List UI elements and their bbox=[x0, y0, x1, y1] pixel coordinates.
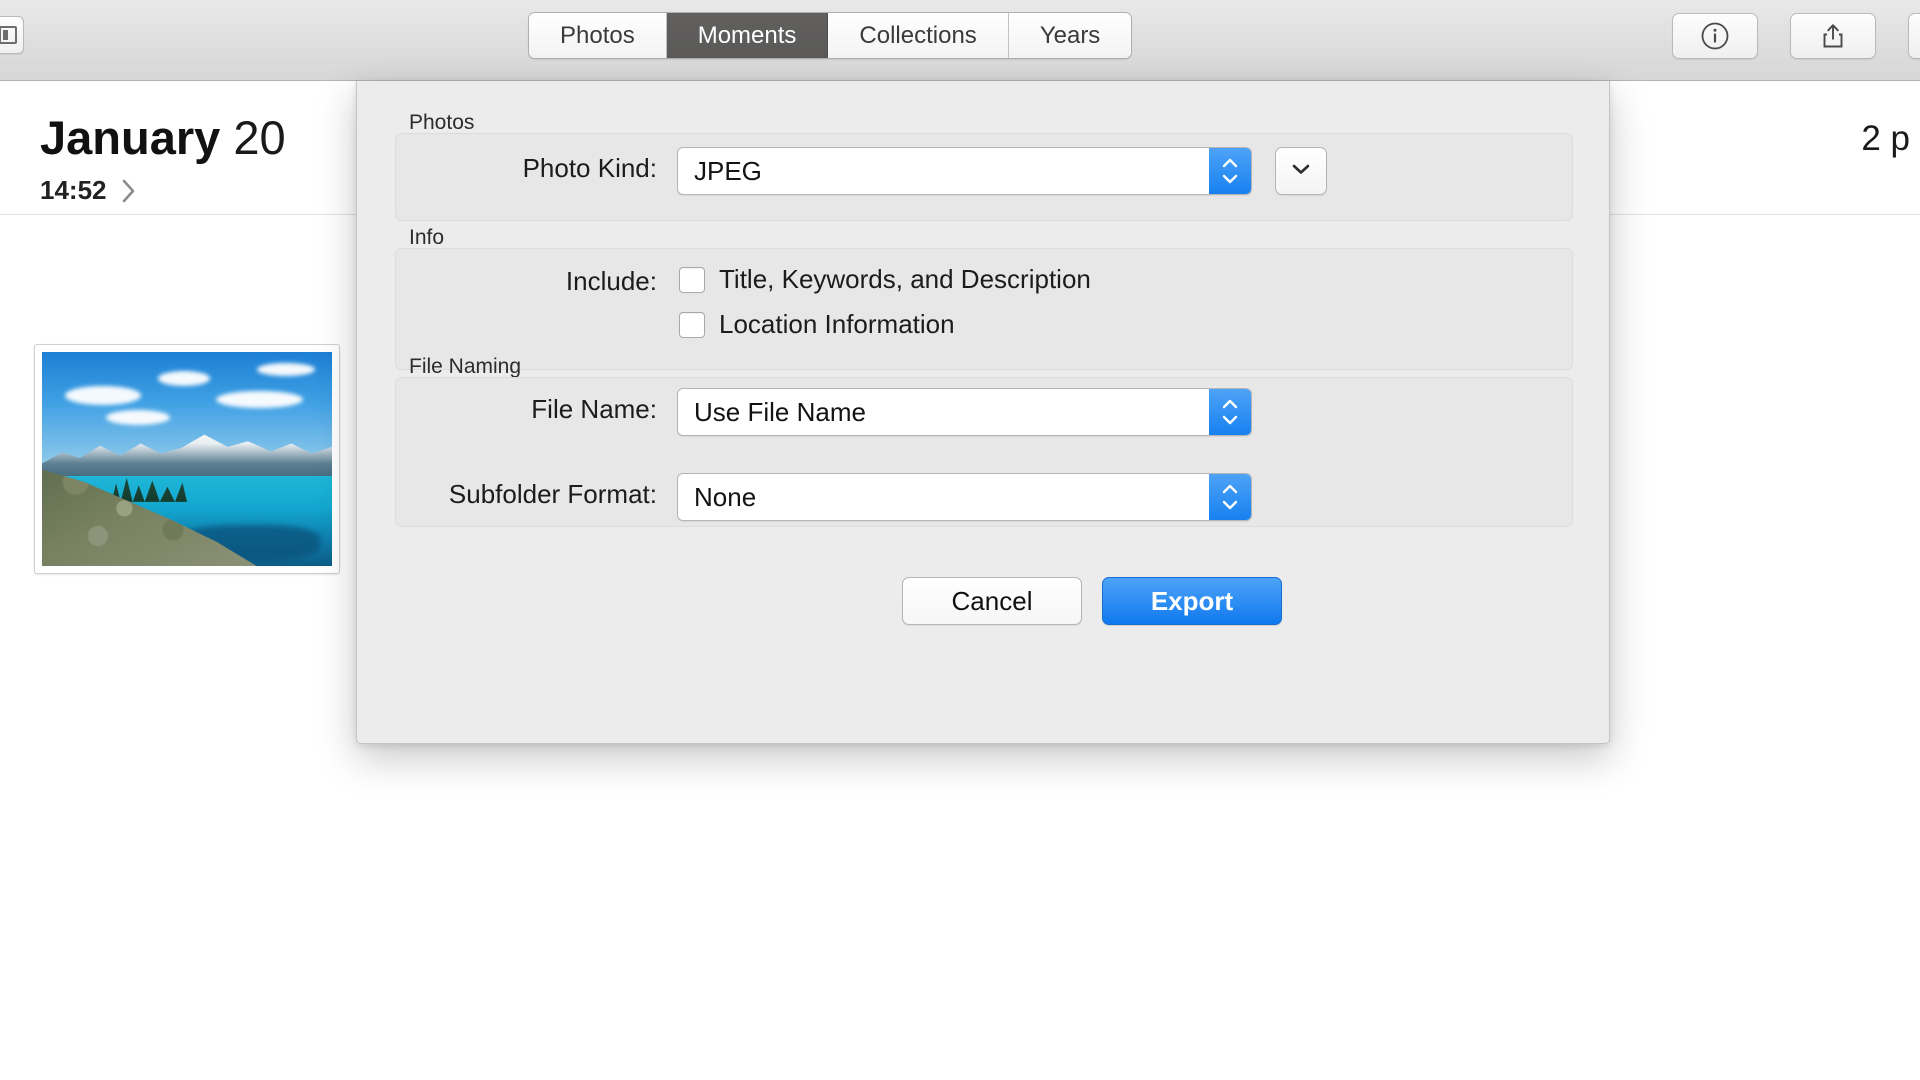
photo-kind-label: Photo Kind: bbox=[522, 153, 657, 183]
extra-toolbar-button[interactable] bbox=[1908, 13, 1920, 59]
moment-time-row[interactable]: 14:52 bbox=[40, 175, 137, 206]
chevron-down-icon bbox=[1290, 162, 1312, 181]
mountain-lake-photo bbox=[42, 352, 332, 566]
sidebar-icon bbox=[0, 26, 17, 44]
photo-kind-select[interactable]: JPEG bbox=[677, 147, 1252, 195]
file-name-label: File Name: bbox=[531, 394, 657, 424]
subfolder-format-label: Subfolder Format: bbox=[448, 479, 657, 509]
share-icon bbox=[1818, 21, 1848, 51]
moment-time-label: 14:52 bbox=[40, 175, 107, 205]
file-name-value: Use File Name bbox=[694, 396, 866, 427]
subfolder-format-select[interactable]: None bbox=[677, 473, 1252, 521]
stepper-arrows-icon[interactable] bbox=[1209, 389, 1251, 435]
stepper-arrows-icon[interactable] bbox=[1209, 148, 1251, 194]
view-mode-segmented-control[interactable]: Photos Moments Collections Years bbox=[528, 12, 1133, 59]
sidebar-toggle-button[interactable] bbox=[0, 16, 24, 54]
tab-moments[interactable]: Moments bbox=[666, 13, 829, 58]
photo-kind-value: JPEG bbox=[694, 155, 762, 186]
tab-years[interactable]: Years bbox=[1008, 13, 1132, 58]
page-title: January 20 bbox=[40, 110, 286, 165]
cancel-button[interactable]: Cancel bbox=[902, 577, 1082, 625]
tab-photos[interactable]: Photos bbox=[529, 13, 667, 58]
export-dialog: Photos Photo Kind: JPEG Info Include: Ti… bbox=[356, 81, 1610, 744]
export-button[interactable]: Export bbox=[1102, 577, 1282, 625]
section-label-info: Info bbox=[409, 226, 445, 249]
photo-thumbnail[interactable] bbox=[34, 344, 340, 574]
include-label: Include: bbox=[565, 266, 657, 296]
checkbox-location-information[interactable]: Location Information bbox=[679, 309, 955, 340]
checkbox-title-keywords-description[interactable]: Title, Keywords, and Description bbox=[679, 264, 1091, 295]
moment-title-month: January bbox=[40, 111, 221, 164]
moment-photo-count: 2 p bbox=[1861, 119, 1910, 158]
info-icon bbox=[1700, 21, 1730, 51]
tab-collections[interactable]: Collections bbox=[828, 13, 1009, 58]
checkbox-box[interactable] bbox=[679, 311, 705, 338]
checkbox-box[interactable] bbox=[679, 266, 705, 293]
photo-kind-options-button[interactable] bbox=[1275, 147, 1327, 195]
section-label-file-naming: File Naming bbox=[409, 355, 522, 378]
moment-title-year: 20 bbox=[220, 111, 286, 164]
checkbox-label: Location Information bbox=[719, 309, 955, 339]
stepper-arrows-icon[interactable] bbox=[1209, 474, 1251, 520]
section-label-photos: Photos bbox=[409, 111, 475, 134]
info-button[interactable] bbox=[1672, 13, 1758, 59]
chevron-right-icon[interactable] bbox=[121, 178, 137, 204]
checkbox-label: Title, Keywords, and Description bbox=[719, 264, 1091, 294]
share-button[interactable] bbox=[1790, 13, 1876, 59]
subfolder-format-value: None bbox=[694, 481, 757, 512]
window-toolbar: Photos Moments Collections Years bbox=[0, 0, 1920, 81]
file-name-select[interactable]: Use File Name bbox=[677, 388, 1252, 436]
